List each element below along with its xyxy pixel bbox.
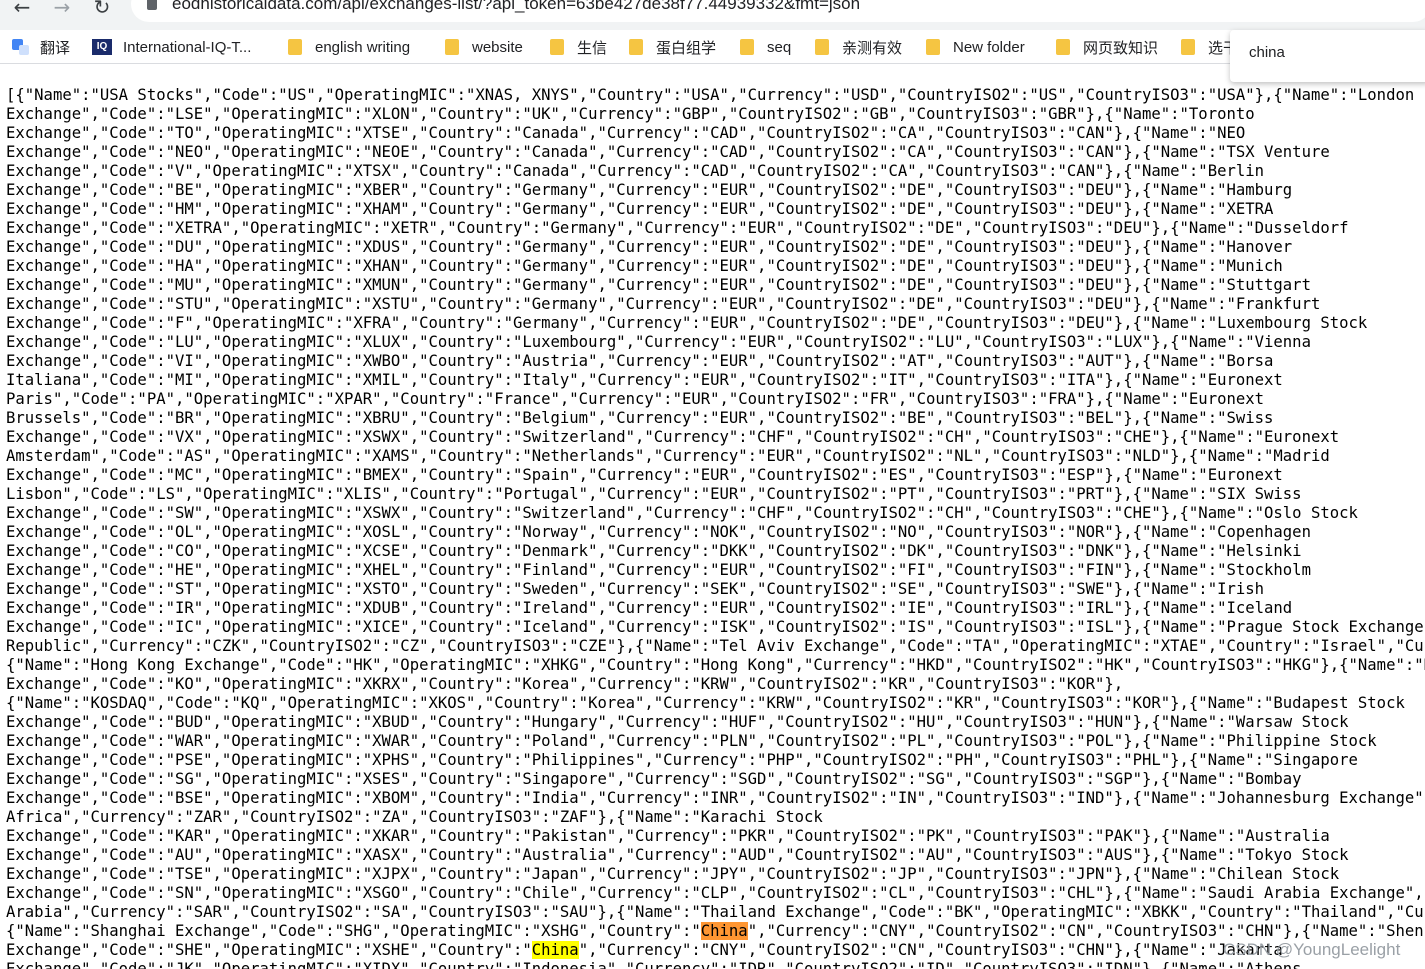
json-text-line: {"Name":"Shanghai Exchange","Code":"SHG"… bbox=[6, 922, 1425, 940]
json-text-line: Exchange","Code":"DU","OperatingMIC":"XD… bbox=[6, 238, 1293, 256]
json-text-line: Exchange","Code":"STU","OperatingMIC":"X… bbox=[6, 295, 1321, 313]
json-text-line: Exchange","Code":"KAR","OperatingMIC":"X… bbox=[6, 827, 1330, 845]
folder-icon bbox=[1056, 39, 1070, 55]
json-text-line: Exchange","Code":"MU","OperatingMIC":"XM… bbox=[6, 276, 1311, 294]
json-text-line: Arabia","Currency":"SAR","CountryISO2":"… bbox=[6, 903, 1425, 921]
json-text-line: Amsterdam","Code":"AS","OperatingMIC":"X… bbox=[6, 447, 1330, 465]
json-text-line: Exchange","Code":"AU","OperatingMIC":"XA… bbox=[6, 846, 1349, 864]
bookmark-label: International-IQ-T... bbox=[123, 38, 252, 56]
bookmark-folder-bioinfo[interactable]: 生信 bbox=[550, 37, 607, 57]
folder-icon bbox=[1181, 39, 1195, 55]
bookmark-folder-english-writing[interactable]: english writing bbox=[288, 37, 410, 57]
json-text-line: Exchange","Code":"LSE","OperatingMIC":"X… bbox=[6, 105, 1255, 123]
json-text-line: Brussels","Code":"BR","OperatingMIC":"XB… bbox=[6, 409, 1274, 427]
json-text-line: Exchange","Code":"SG","OperatingMIC":"XS… bbox=[6, 770, 1302, 788]
bookmarks-bar: 翻译 IQ International-IQ-T... english writ… bbox=[0, 30, 1425, 64]
folder-icon bbox=[815, 39, 829, 55]
url-text[interactable]: eodhistoricaldata.com/api/exchanges-list… bbox=[172, 0, 860, 14]
bookmark-folder-web-knowledge[interactable]: 网页致知识 bbox=[1056, 37, 1158, 57]
browser-toolbar: ← → ↻ eodhistoricaldata.com/api/exchange… bbox=[0, 0, 1425, 30]
folder-icon bbox=[629, 39, 643, 55]
find-match-highlight: China bbox=[700, 922, 748, 940]
folder-icon bbox=[445, 39, 459, 55]
json-text-line: Exchange","Code":"PSE","OperatingMIC":"X… bbox=[6, 751, 1358, 769]
json-text-line: Exchange","Code":"HA","OperatingMIC":"XH… bbox=[6, 257, 1283, 275]
bookmark-label: website bbox=[472, 38, 523, 56]
bookmark-folder-website[interactable]: website bbox=[445, 37, 523, 57]
json-text-line: Exchange","Code":"VX","OperatingMIC":"XS… bbox=[6, 428, 1340, 446]
lock-icon[interactable] bbox=[147, 0, 157, 10]
forward-arrow-icon[interactable]: → bbox=[49, 0, 75, 18]
json-text-line: {"Name":"KOSDAQ","Code":"KQ","OperatingM… bbox=[6, 694, 1405, 712]
json-text-line: Exchange","Code":"WAR","OperatingMIC":"X… bbox=[6, 732, 1377, 750]
json-text-line: Exchange","Code":"V","OperatingMIC":"XTS… bbox=[6, 162, 1265, 180]
json-text-line: Exchange","Code":"IR","OperatingMIC":"XD… bbox=[6, 599, 1293, 617]
json-text-line: Exchange","Code":"SW","OperatingMIC":"XS… bbox=[6, 504, 1358, 522]
json-text-line: Lisbon","Code":"LS","OperatingMIC":"XLIS… bbox=[6, 485, 1302, 503]
json-text-line: Exchange","Code":"LU","OperatingMIC":"XL… bbox=[6, 333, 1311, 351]
json-text-line: Exchange","Code":"MC","OperatingMIC":"BM… bbox=[6, 466, 1283, 484]
bookmark-label: 翻译 bbox=[40, 39, 71, 57]
bookmark-translate[interactable]: 翻译 bbox=[12, 37, 70, 57]
json-text-line: Exchange","Code":"HE","OperatingMIC":"XH… bbox=[6, 561, 1311, 579]
json-text-line: Exchange","Code":"IC","OperatingMIC":"XI… bbox=[6, 618, 1425, 636]
folder-icon bbox=[288, 39, 302, 55]
json-text-line: Paris","Code":"PA","OperatingMIC":"XPAR"… bbox=[6, 390, 1265, 408]
bookmark-label: 生信 bbox=[577, 39, 608, 57]
json-text-line: Exchange","Code":"CO","OperatingMIC":"XC… bbox=[6, 542, 1302, 560]
bookmark-label: 蛋白组学 bbox=[656, 39, 717, 57]
json-text-line: Exchange","Code":"TSE","OperatingMIC":"X… bbox=[6, 865, 1340, 883]
json-text-line: Exchange","Code":"OL","OperatingMIC":"XO… bbox=[6, 523, 1311, 541]
json-text-line: Exchange","Code":"TO","OperatingMIC":"XT… bbox=[6, 124, 1246, 142]
json-text-line: Republic","Currency":"CZK","CountryISO2"… bbox=[6, 637, 1425, 655]
bookmark-label: 亲测有效 bbox=[842, 39, 903, 57]
reload-icon[interactable]: ↻ bbox=[89, 0, 115, 18]
google-translate-icon bbox=[12, 38, 30, 56]
json-text-line: Exchange","Code":"BSE","OperatingMIC":"X… bbox=[6, 789, 1425, 807]
json-text-line: Exchange","Code":"ST","OperatingMIC":"XS… bbox=[6, 580, 1265, 598]
back-arrow-icon[interactable]: ← bbox=[9, 0, 35, 18]
json-text-line: Exchange","Code":"F","OperatingMIC":"XFR… bbox=[6, 314, 1368, 332]
bookmark-label: seq bbox=[767, 38, 792, 56]
bookmark-folder-new-folder[interactable]: New folder bbox=[926, 37, 1025, 57]
json-text-line: Exchange","Code":"KO","OperatingMIC":"XK… bbox=[6, 675, 1124, 693]
json-text-line: Exchange","Code":"HM","OperatingMIC":"XH… bbox=[6, 200, 1274, 218]
bookmark-label: english writing bbox=[315, 38, 411, 56]
folder-icon bbox=[550, 39, 564, 55]
json-text-line: Exchange","Code":"XETRA","OperatingMIC":… bbox=[6, 219, 1349, 237]
json-text-line: Exchange","Code":"SHE","OperatingMIC":"X… bbox=[6, 941, 1283, 959]
json-text-line: [{"Name":"USA Stocks","Code":"US","Opera… bbox=[6, 86, 1415, 104]
json-text-line: Exchange","Code":"JK","OperatingMIC":"XI… bbox=[6, 960, 1302, 969]
bookmark-international-iq[interactable]: IQ International-IQ-T... bbox=[92, 37, 251, 57]
bookmark-folder-tested[interactable]: 亲测有效 bbox=[815, 37, 902, 57]
json-text-line: Exchange","Code":"SN","OperatingMIC":"XS… bbox=[6, 884, 1425, 902]
json-text-line: {"Name":"Hong Kong Exchange","Code":"HK"… bbox=[6, 656, 1425, 674]
find-input[interactable] bbox=[1249, 44, 1419, 61]
json-text-line: Exchange","Code":"NEO","OperatingMIC":"N… bbox=[6, 143, 1330, 161]
bookmark-folder-proteomics[interactable]: 蛋白组学 bbox=[629, 37, 716, 57]
folder-icon bbox=[926, 39, 940, 55]
find-in-page-bar bbox=[1230, 30, 1425, 82]
json-text-line: Exchange","Code":"VI","OperatingMIC":"XW… bbox=[6, 352, 1274, 370]
bookmark-label: 网页致知识 bbox=[1083, 39, 1159, 57]
bookmark-label: New folder bbox=[953, 38, 1025, 56]
folder-icon bbox=[740, 39, 754, 55]
json-text-line: Italiana","Code":"MI","OperatingMIC":"XM… bbox=[6, 371, 1283, 389]
iq-icon: IQ bbox=[92, 39, 112, 55]
find-match-highlight: China bbox=[531, 941, 579, 959]
bookmark-folder-seq[interactable]: seq bbox=[740, 37, 791, 57]
watermark: CSDN @YoungLeelight bbox=[1223, 940, 1401, 959]
json-text-line: Exchange","Code":"BUD","OperatingMIC":"X… bbox=[6, 713, 1349, 731]
json-text-line: Africa","Currency":"ZAR","CountryISO2":"… bbox=[6, 808, 823, 826]
json-text-line: Exchange","Code":"BE","OperatingMIC":"XB… bbox=[6, 181, 1293, 199]
json-response-body: [{"Name":"USA Stocks","Code":"US","Opera… bbox=[6, 86, 1425, 969]
